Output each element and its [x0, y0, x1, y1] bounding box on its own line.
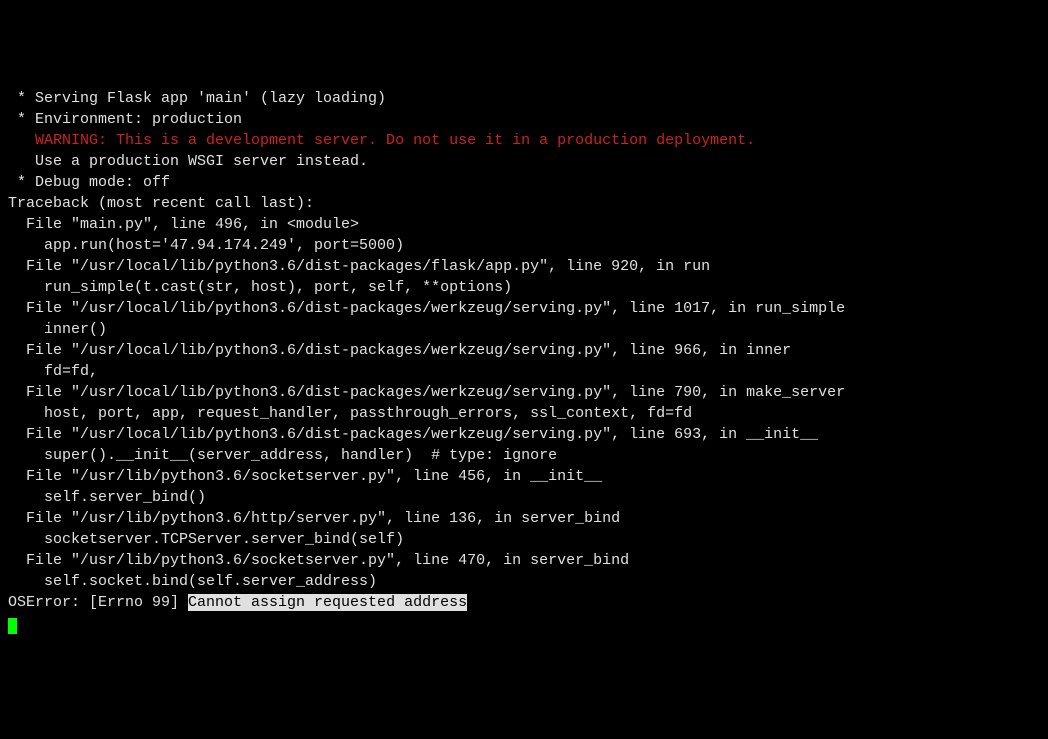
error-prefix: OSError: [Errno 99] [8, 594, 188, 611]
terminal-line: File "/usr/lib/python3.6/http/server.py"… [8, 508, 1040, 529]
cursor-icon [8, 618, 17, 634]
terminal-line: File "/usr/local/lib/python3.6/dist-pack… [8, 340, 1040, 361]
terminal-error-line: OSError: [Errno 99] Cannot assign reques… [8, 592, 1040, 613]
terminal-line: inner() [8, 319, 1040, 340]
terminal-line: fd=fd, [8, 361, 1040, 382]
terminal-line: File "/usr/local/lib/python3.6/dist-pack… [8, 424, 1040, 445]
terminal-line: run_simple(t.cast(str, host), port, self… [8, 277, 1040, 298]
terminal-line: File "/usr/lib/python3.6/socketserver.py… [8, 466, 1040, 487]
terminal-line: File "/usr/lib/python3.6/socketserver.py… [8, 550, 1040, 571]
terminal-line: app.run(host='47.94.174.249', port=5000) [8, 235, 1040, 256]
terminal-line: WARNING: This is a development server. D… [8, 130, 1040, 151]
terminal-line: socketserver.TCPServer.server_bind(self) [8, 529, 1040, 550]
terminal-line: * Environment: production [8, 109, 1040, 130]
terminal-cursor-line [8, 613, 1040, 634]
terminal-line: self.socket.bind(self.server_address) [8, 571, 1040, 592]
terminal-line: super().__init__(server_address, handler… [8, 445, 1040, 466]
terminal-line: File "/usr/local/lib/python3.6/dist-pack… [8, 298, 1040, 319]
terminal-line: host, port, app, request_handler, passth… [8, 403, 1040, 424]
terminal-line: File "main.py", line 496, in <module> [8, 214, 1040, 235]
terminal-line: self.server_bind() [8, 487, 1040, 508]
terminal-line: File "/usr/local/lib/python3.6/dist-pack… [8, 382, 1040, 403]
terminal-line: File "/usr/local/lib/python3.6/dist-pack… [8, 256, 1040, 277]
terminal-line: Traceback (most recent call last): [8, 193, 1040, 214]
terminal-line: * Debug mode: off [8, 172, 1040, 193]
terminal-line: * Serving Flask app 'main' (lazy loading… [8, 88, 1040, 109]
terminal-output[interactable]: * Serving Flask app 'main' (lazy loading… [8, 88, 1040, 634]
error-highlight: Cannot assign requested address [188, 594, 467, 611]
terminal-line: Use a production WSGI server instead. [8, 151, 1040, 172]
